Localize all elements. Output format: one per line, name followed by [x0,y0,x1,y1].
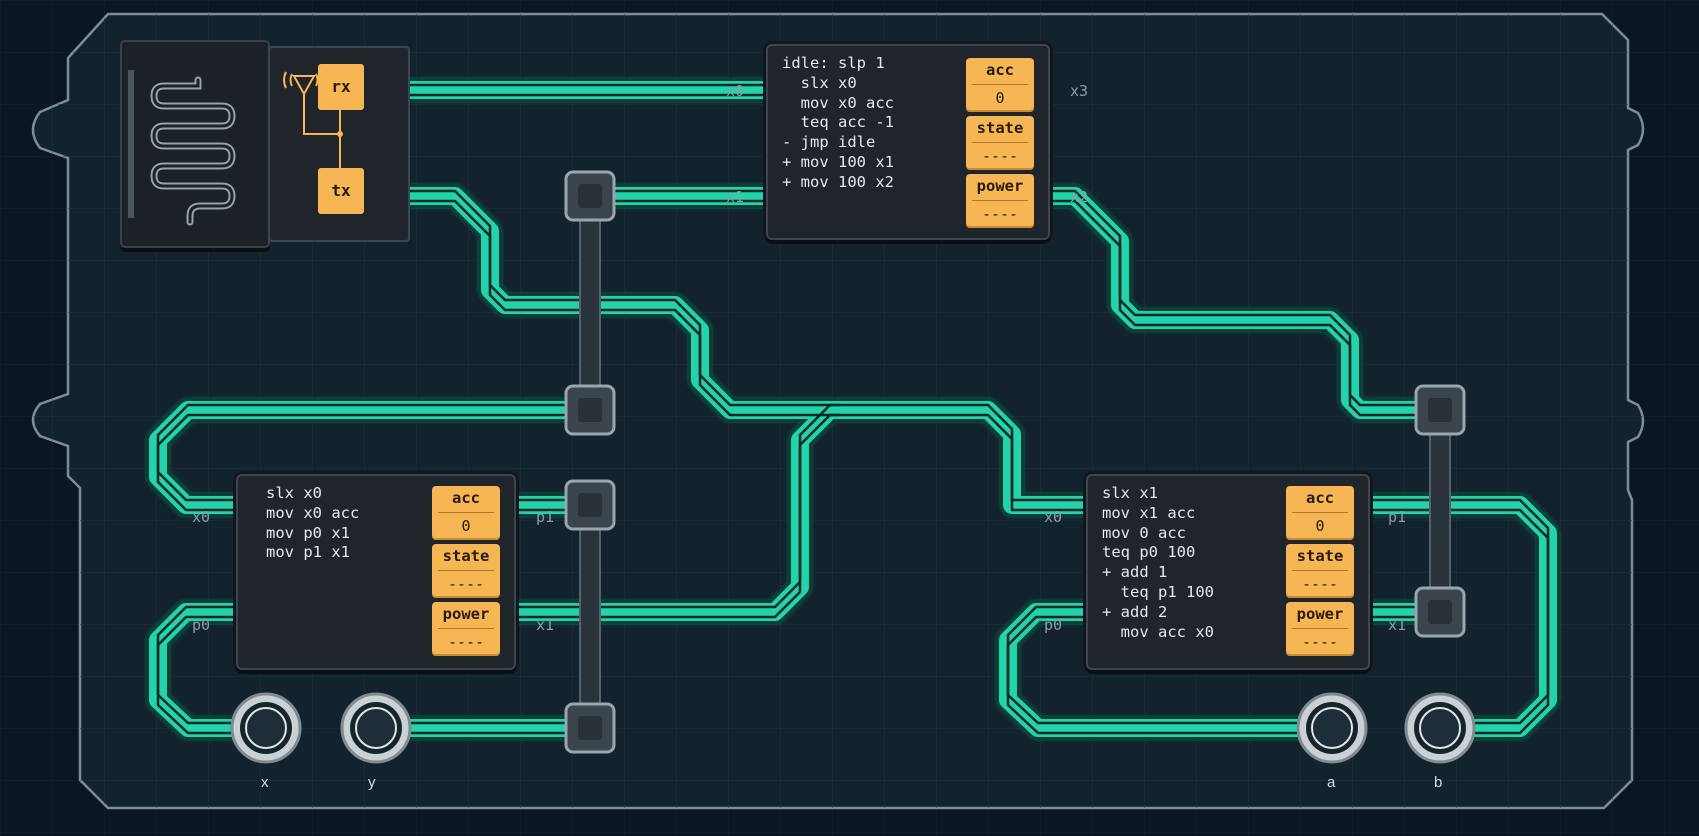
button-label-x: x [261,774,269,791]
radio-panel: rx tx [268,46,410,242]
pin-label: x0 [726,82,745,100]
button-label-y: y [368,774,376,791]
register-power: power ---- [1286,602,1354,656]
game-stage: rx tx idle: slp 1 slx x0 mov x0 acc teq … [0,0,1699,836]
pin-label: x0 [192,508,211,526]
pin-label: p0 [1044,616,1063,634]
register-acc: acc 0 [432,486,500,540]
button-y[interactable] [340,692,412,764]
register-state: state ---- [432,544,500,598]
microcontroller-left[interactable]: slx x0 mov x0 acc mov p0 x1 mov p1 x1 ac… [236,474,516,670]
register-power: power ---- [966,174,1034,228]
rx-port: rx [318,64,364,110]
register-acc: acc 0 [1286,486,1354,540]
button-b[interactable] [1404,692,1476,764]
rail-connector-socket [578,184,602,208]
microcontroller-right[interactable]: slx x1 mov x1 acc mov 0 acc teq p0 100 +… [1086,474,1370,670]
pin-label: x0 [1044,508,1063,526]
sensor-panel [120,40,270,248]
register-acc: acc 0 [966,58,1034,112]
rail-connector-socket [1428,398,1452,422]
rail-connector-socket [578,493,602,517]
radio-module[interactable]: rx tx [120,40,410,248]
register-power: power ---- [432,602,500,656]
pin-label: x1 [536,616,555,634]
pin-label: p1 [1388,508,1407,526]
button-label-b: b [1434,774,1443,791]
microcontroller-top[interactable]: idle: slp 1 slx x0 mov x0 acc teq acc -1… [766,44,1050,240]
button-a[interactable] [1296,692,1368,764]
rail-connector-socket [578,716,602,740]
register-state: state ---- [966,116,1034,170]
serpentine-sensor-icon [128,70,236,226]
pin-label: x1 [1388,616,1407,634]
pin-label: x2 [1070,188,1089,206]
code-editor[interactable]: slx x1 mov x1 acc mov 0 acc teq p0 100 +… [1102,484,1214,642]
register-state: state ---- [1286,544,1354,598]
pin-label: p1 [536,508,555,526]
button-x[interactable] [230,692,302,764]
button-label-a: a [1327,774,1336,791]
rail-connector-socket [578,398,602,422]
pin-label: x1 [726,188,745,206]
pin-label: p0 [192,616,211,634]
code-editor[interactable]: slx x0 mov x0 acc mov p0 x1 mov p1 x1 [266,484,359,563]
tx-port: tx [318,168,364,214]
rail-connector-socket [1428,600,1452,624]
pin-label: x3 [1070,82,1089,100]
code-editor[interactable]: idle: slp 1 slx x0 mov x0 acc teq acc -1… [782,54,894,193]
